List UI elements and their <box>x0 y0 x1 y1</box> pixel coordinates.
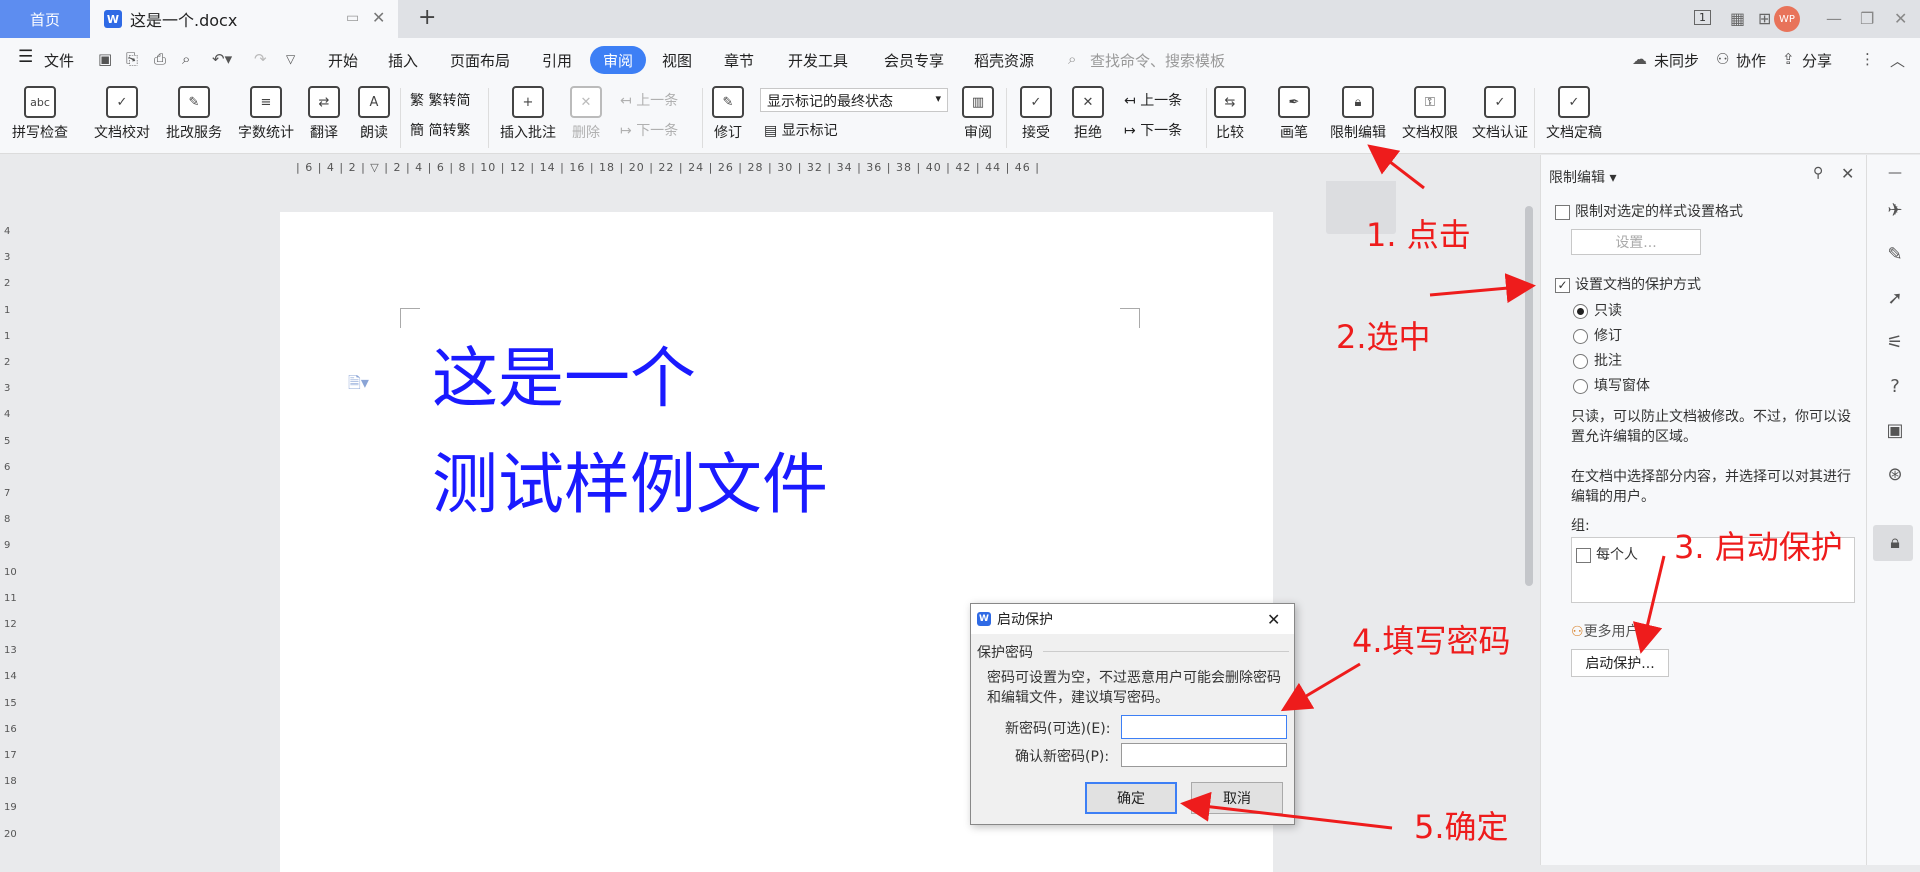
arrow-3 <box>1632 555 1666 654</box>
arrow-1 <box>1367 144 1425 190</box>
arrow-5 <box>1180 791 1393 830</box>
annotation-step-5: 5.确定 <box>1414 808 1509 846</box>
annotation-step-3: 3. 启动保护 <box>1674 528 1843 566</box>
annotation-step-2: 2.选中 <box>1336 318 1431 356</box>
annotation-step-1: 1. 点击 <box>1366 216 1471 254</box>
annotation-arrows <box>1180 144 1666 830</box>
arrow-4 <box>1280 662 1361 712</box>
annotation-step-4: 4.填写密码 <box>1352 622 1511 660</box>
arrow-2 <box>1429 273 1536 304</box>
